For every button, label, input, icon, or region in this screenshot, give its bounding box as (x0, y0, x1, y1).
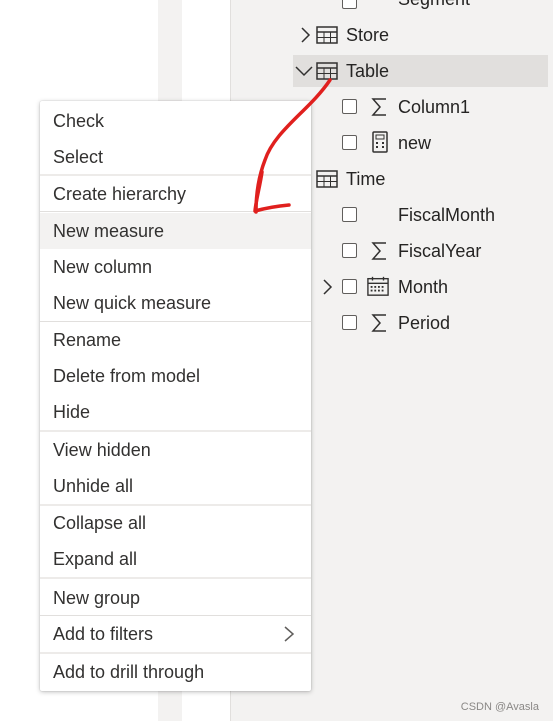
menu-item-add-to-filters[interactable]: Add to filters (40, 616, 311, 652)
field-label: FiscalYear (398, 241, 482, 261)
menu-item-delete-from-model[interactable]: Delete from model (40, 358, 311, 394)
menu-item-label: Unhide all (53, 475, 134, 496)
context-menu: Check Select Create hierarchy New measur… (40, 101, 311, 691)
menu-item-label: Collapse all (53, 512, 147, 533)
table-row-time[interactable]: Time (293, 163, 553, 195)
field-label: Period (398, 313, 451, 333)
menu-item-label: Rename (53, 329, 122, 350)
menu-item-label: Select (53, 146, 104, 167)
menu-item-label: New group (53, 587, 141, 608)
checkbox[interactable] (342, 0, 357, 9)
menu-item-select[interactable]: Select (40, 139, 311, 175)
menu-item-label: Add to drill through (53, 661, 205, 682)
checkbox[interactable] (342, 207, 357, 222)
table-icon (316, 62, 338, 80)
menu-item-new-quick-measure[interactable]: New quick measure (40, 285, 311, 321)
table-label: Table (346, 61, 390, 81)
field-row-fiscalyear[interactable]: FiscalYear (293, 235, 553, 267)
menu-separator (40, 211, 311, 212)
checkbox[interactable] (342, 243, 357, 258)
field-row-column1[interactable]: Column1 (293, 91, 553, 123)
menu-item-label: Check (53, 110, 105, 131)
menu-item-add-to-drill-through[interactable]: Add to drill through (40, 654, 311, 690)
table-icon (316, 170, 338, 188)
menu-item-expand-all[interactable]: Expand all (40, 541, 311, 577)
menu-item-label: View hidden (53, 439, 151, 460)
field-row-period[interactable]: Period (293, 307, 553, 339)
menu-item-label: Create hierarchy (53, 183, 187, 204)
sigma-icon (371, 314, 386, 332)
sigma-icon (371, 242, 386, 260)
chevron-right-icon[interactable] (317, 277, 337, 297)
calendar-icon (367, 276, 389, 296)
chevron-right-icon[interactable] (295, 25, 315, 45)
menu-item-label: New column (53, 256, 153, 277)
field-row-new[interactable]: new (293, 127, 553, 159)
checkbox[interactable] (342, 315, 357, 330)
table-row-table[interactable]: Table (293, 55, 548, 87)
menu-item-label: Delete from model (53, 365, 201, 386)
field-label: Segment (398, 0, 470, 10)
menu-item-hide[interactable]: Hide (40, 394, 311, 430)
menu-item-label: Add to filters (53, 623, 154, 644)
sigma-icon (371, 98, 386, 116)
menu-separator (40, 577, 311, 579)
table-row-store[interactable]: Store (293, 19, 553, 51)
field-row-month[interactable]: Month (293, 271, 553, 303)
table-label: Time (346, 169, 386, 189)
field-label: Month (398, 277, 449, 297)
calculator-icon (372, 131, 388, 153)
field-label: FiscalMonth (398, 205, 496, 225)
watermark: CSDN @Avasla (460, 701, 539, 713)
menu-item-new-column[interactable]: New column (40, 249, 311, 285)
field-row-fiscalmonth[interactable]: FiscalMonth (293, 199, 553, 231)
menu-item-new-group[interactable]: New group (40, 580, 311, 616)
chevron-right-icon (284, 626, 295, 642)
checkbox[interactable] (342, 279, 357, 294)
menu-item-label: New quick measure (53, 292, 212, 313)
checkbox[interactable] (342, 135, 357, 150)
field-label: Column1 (398, 97, 471, 117)
menu-item-new-measure[interactable]: New measure (40, 213, 311, 249)
menu-item-label: Expand all (53, 548, 138, 569)
menu-item-create-hierarchy[interactable]: Create hierarchy (40, 176, 311, 212)
menu-item-view-hidden[interactable]: View hidden (40, 432, 311, 468)
table-icon (316, 26, 338, 44)
menu-item-unhide-all[interactable]: Unhide all (40, 468, 311, 504)
field-row-segment[interactable]: Segment (293, 0, 553, 18)
field-label: new (398, 133, 432, 153)
menu-item-rename[interactable]: Rename (40, 322, 311, 358)
menu-item-collapse-all[interactable]: Collapse all (40, 505, 311, 541)
table-label: Store (346, 25, 390, 45)
chevron-down-icon[interactable] (294, 61, 314, 81)
checkbox[interactable] (342, 99, 357, 114)
menu-item-check[interactable]: Check (40, 103, 311, 139)
menu-item-label: New measure (53, 220, 165, 241)
menu-item-label: Hide (53, 401, 91, 422)
